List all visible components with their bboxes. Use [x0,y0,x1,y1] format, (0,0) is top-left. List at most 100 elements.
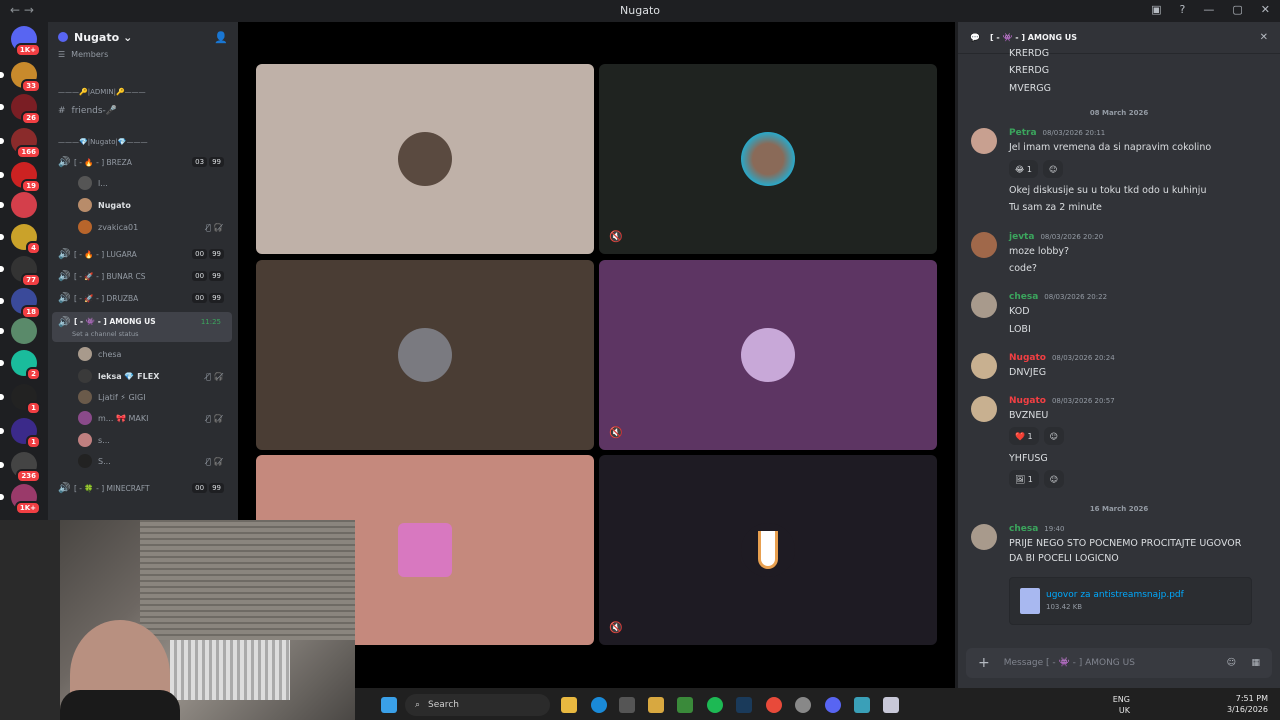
notepad-icon[interactable] [854,697,870,713]
voice-user[interactable]: zvakica01 🎙̸ 🎧̸ [78,218,223,236]
add-attachment-icon[interactable]: + [978,655,990,671]
server-icon[interactable]: 1K+ [11,26,41,57]
minimize-button[interactable]: — [1203,3,1214,16]
nugato-category[interactable]: ———💎|Nugato|💎——— [58,138,148,146]
members-link[interactable]: ☰ Members [58,50,108,59]
reaction[interactable]: ❤️ 1 [1009,427,1039,445]
participant-tile[interactable] [256,260,594,450]
avatar[interactable] [971,292,997,318]
voice-channel-druzba[interactable]: 🔊 [ - 🚀 - ] DRUZBA 00 99 [52,288,232,308]
participant-tile[interactable]: 🔇 [599,455,937,645]
avatar[interactable] [971,396,997,422]
reaction[interactable]: 😂 1 [1009,160,1038,178]
voice-channel-breza[interactable]: 🔊 [ - 🔥 - ] BREZA 03 99 [52,152,232,172]
server-icon[interactable]: 2 [11,350,41,381]
voice-channel-lugara[interactable]: 🔊 [ - 🔥 - ] LUGARA 00 99 [52,244,232,264]
avatar[interactable] [971,232,997,258]
apps-icon[interactable]: ▦ [1251,658,1260,668]
voice-user[interactable]: leksa 💎 FLEX 🎙̸ 🎧̸ [78,367,224,385]
close-icon[interactable]: ✕ [1260,32,1268,43]
voice-user[interactable]: s... [78,431,110,449]
unread-badge: 18 [21,305,41,319]
message-author[interactable]: chesa 19:40 [1009,524,1064,534]
file-attachment[interactable]: ugovor za antistreamsnajp.pdf 103.42 KB [1009,577,1252,625]
inbox-icon[interactable]: ▣ [1151,3,1161,16]
voice-channel-minecraft[interactable]: 🔊 [ - 🍀 - ] MINECRAFT 00 99 [52,478,232,498]
message-composer[interactable]: + Message [ - 👾 - ] AMONG US ☺ ▦ [966,648,1272,678]
server-icon[interactable]: 4 [11,224,41,255]
participant-tile[interactable]: 🔇 [599,64,937,254]
avatar[interactable] [971,524,997,550]
store-icon[interactable] [619,697,635,713]
attachment-name[interactable]: ugovor za antistreamsnajp.pdf [1046,590,1184,600]
server-icon[interactable]: 18 [11,288,41,319]
add-reaction-icon[interactable]: ☺ [1042,160,1064,178]
chevron-down-icon: ⌄ [123,30,133,44]
chrome-icon[interactable] [766,697,782,713]
language-indicator[interactable]: ENG UK [1113,694,1130,716]
server-icon[interactable]: 1 [11,418,41,449]
voice-user[interactable]: Nugato [78,196,131,214]
participant-tile[interactable] [256,64,594,254]
windows-start-icon[interactable] [381,697,397,713]
voice-user[interactable]: chesa [78,345,121,363]
voice-channel-bunar-cs[interactable]: 🔊 [ - 🚀 - ] BUNAR CS 00 99 [52,266,232,286]
participant-tile[interactable]: 🔇 [599,260,937,450]
message-author[interactable]: Petra 08/03/2026 20:11 [1009,128,1105,138]
composer-placeholder[interactable]: Message [ - 👾 - ] AMONG US [1004,658,1135,668]
message-author[interactable]: jevta 08/03/2026 20:20 [1009,232,1103,242]
unread-badge: 166 [16,145,41,159]
server-icon[interactable]: 236 [11,452,41,483]
taskbar-search[interactable]: ⌕ Search [405,694,550,716]
message-line: moze lobby? [1009,246,1070,257]
help-icon[interactable]: ? [1180,3,1186,16]
emoji-icon[interactable]: ☺ [1227,658,1236,668]
add-reaction-icon[interactable]: ☺ [1043,427,1064,445]
message-line: KRERDG [1009,48,1050,59]
edge-icon[interactable] [591,697,607,713]
avatar[interactable] [971,128,997,154]
message-author[interactable]: Nugato 08/03/2026 20:24 [1009,353,1115,363]
voice-user[interactable]: l... [78,174,108,192]
minecraft-icon[interactable] [677,697,693,713]
voice-channel-among-us[interactable]: 🔊 [ - 👾 - ] AMONG US 11:25 Set a channel… [52,312,232,342]
steam-icon[interactable] [736,697,752,713]
discord-icon[interactable] [825,697,841,713]
avatar[interactable] [971,353,997,379]
server-icon[interactable]: 166 [11,128,41,159]
channel-status-hint[interactable]: Set a channel status [72,330,139,338]
voice-user[interactable]: m... 🎀 MAKI 🎙̸ 🎧̸ [78,409,223,427]
server-icon[interactable]: 26 [11,94,41,125]
reaction[interactable]: 🖼 1 [1009,470,1039,488]
add-member-icon[interactable]: 👤 [214,31,228,44]
channel-friends[interactable]: # friends-🎤 [58,106,117,116]
add-reaction-icon[interactable]: ☺ [1043,470,1065,488]
server-icon[interactable]: 33 [11,62,41,93]
message-author[interactable]: chesa 08/03/2026 20:22 [1009,292,1107,302]
voice-user[interactable]: Ljatif ⚡ GIGI [78,388,146,406]
server-icon[interactable]: 19 [11,162,41,193]
server-icon[interactable]: 1 [11,384,41,415]
maximize-button[interactable]: ▢ [1232,3,1242,16]
speaker-icon: 🔊 [58,271,71,282]
server-icon[interactable] [11,318,37,344]
file-explorer-icon[interactable] [561,697,577,713]
date-separator: 08 March 2026 [1089,109,1149,117]
voice-user[interactable]: S... 🎙̸ 🎧̸ [78,452,223,470]
message-line: LOBI [1009,324,1031,335]
app-icon[interactable] [648,697,664,713]
unread-pip [0,298,4,304]
server-icon[interactable]: 77 [11,256,41,287]
close-button[interactable]: ✕ [1261,3,1270,16]
message-line: BVZNEU [1009,410,1049,421]
guild-header[interactable]: Nugato ⌄ 👤 [48,22,238,52]
server-icon[interactable]: 1K+ [11,484,41,515]
admin-category[interactable]: ———🔑|ADMIN|🔑——— [58,88,146,96]
app-icon[interactable] [883,697,899,713]
message-author[interactable]: Nugato 08/03/2026 20:57 [1009,396,1115,406]
app-icon[interactable] [795,697,811,713]
clock[interactable]: 7:51 PM 3/16/2026 [1227,693,1268,715]
avatar [741,328,795,382]
server-icon[interactable] [11,192,37,218]
spotify-icon[interactable] [707,697,723,713]
